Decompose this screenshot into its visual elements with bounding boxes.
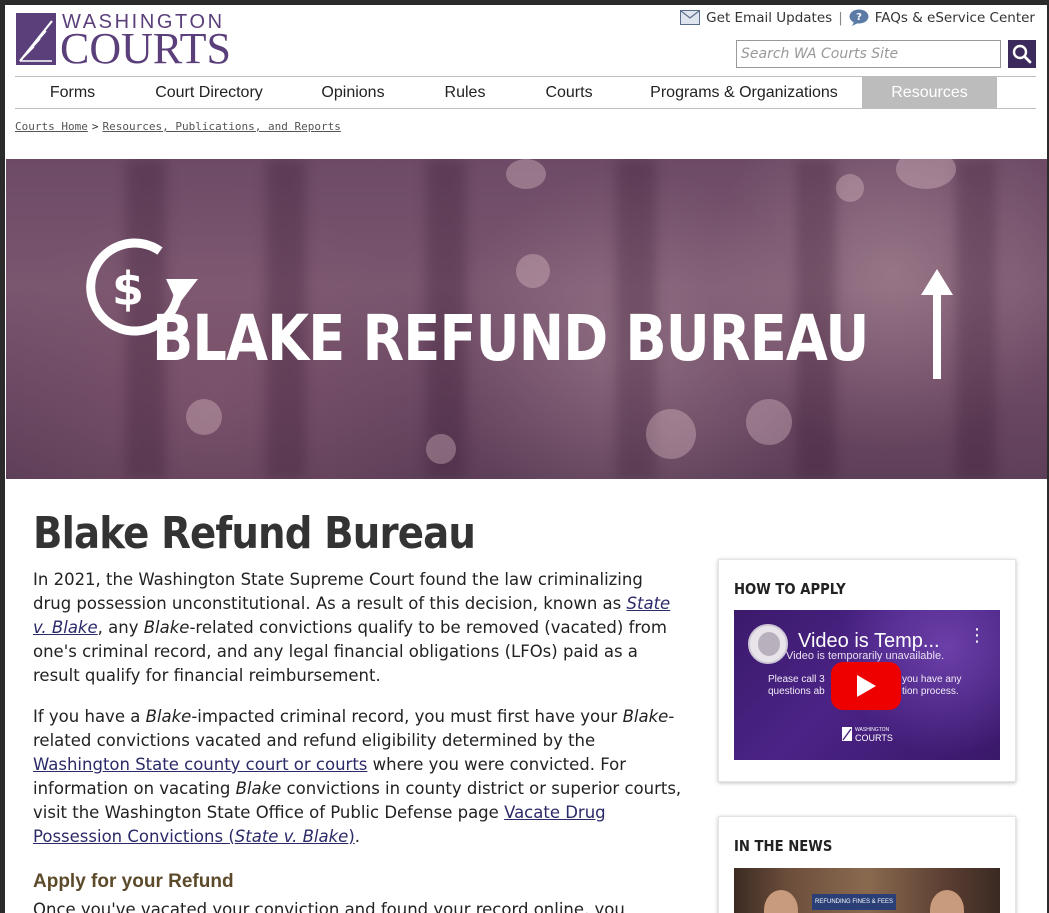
news-video-thumbnail[interactable]: REFUNDING FINES & FEES — [734, 868, 1000, 913]
text: In 2021, the Washington State Supreme Co… — [33, 570, 643, 613]
text: Blake — [143, 618, 190, 637]
utility-links: Get Email Updates | ? FAQs & eService Ce… — [680, 9, 1035, 26]
nav-item-rules[interactable]: Rules — [418, 77, 512, 108]
page: WASHINGTON COURTS Get Email Updates | ? … — [5, 5, 1047, 913]
nav-item-resources[interactable]: Resources — [862, 77, 997, 108]
faq-bubble-icon: ? — [849, 9, 869, 26]
search-input[interactable] — [736, 40, 1001, 68]
hero-banner: $ BLAKE REFUND BUREAU — [6, 159, 1047, 479]
text: If you have a — [33, 707, 146, 726]
play-icon — [857, 675, 876, 697]
news-banner: REFUNDING FINES & FEES — [812, 894, 896, 910]
how-to-apply-title: HOW TO APPLY — [734, 580, 846, 598]
vacate-paragraph: If you have a Blake-impacted criminal re… — [33, 705, 683, 849]
main-nav: Forms Court Directory Opinions Rules Cou… — [15, 76, 1036, 109]
search-icon — [1012, 44, 1032, 64]
hero-title: BLAKE REFUND BUREAU — [152, 302, 869, 375]
washington-courts-logo[interactable]: WASHINGTON COURTS — [16, 9, 231, 71]
in-the-news-card: IN THE NEWS REFUNDING FINES & FEES — [718, 816, 1016, 913]
text: -impacted criminal record, you must firs… — [191, 707, 623, 726]
courts-logo-mini-icon — [842, 727, 852, 741]
text: Blake — [145, 707, 192, 726]
svg-text:$: $ — [112, 262, 144, 316]
logo-large-text: COURTS — [855, 733, 893, 743]
nav-item-programs-organizations[interactable]: Programs & Organizations — [626, 77, 862, 108]
nav-item-opinions[interactable]: Opinions — [288, 77, 418, 108]
up-arrow-icon — [921, 269, 953, 379]
faqs-eservice-link[interactable]: FAQs & eService Center — [875, 10, 1035, 26]
link-text: State v. Blake — [234, 827, 349, 846]
text: Blake — [622, 707, 669, 726]
news-person-left — [764, 890, 798, 913]
text: , any — [97, 618, 144, 637]
how-to-apply-video[interactable]: Video is Temp... Video is temporarily un… — [734, 610, 1000, 760]
play-button[interactable] — [831, 662, 901, 710]
how-to-apply-card: HOW TO APPLY Video is Temp... Video is t… — [718, 559, 1016, 782]
apply-refund-heading: Apply for your Refund — [33, 871, 234, 892]
channel-avatar — [748, 624, 788, 664]
more-options-icon[interactable]: ⋮ — [968, 627, 986, 645]
news-person-right — [930, 890, 964, 913]
breadcrumb-courts-home-link[interactable]: Courts Home — [15, 120, 88, 133]
page-title: Blake Refund Bureau — [33, 508, 476, 559]
text: Blake — [235, 779, 282, 798]
courts-logo-mark-icon — [16, 13, 56, 65]
county-courts-link[interactable]: Washington State county court or courts — [33, 755, 367, 774]
breadcrumb: Courts Home > Resources, Publications, and… — [15, 120, 341, 133]
email-icon — [680, 10, 701, 25]
in-the-news-title: IN THE NEWS — [734, 837, 833, 855]
nav-item-courts[interactable]: Courts — [512, 77, 626, 108]
nav-item-forms[interactable]: Forms — [15, 77, 130, 108]
get-email-updates-link[interactable]: Get Email Updates — [706, 10, 832, 26]
video-overlay-text-right: you have any tion process. — [902, 674, 962, 697]
video-overlay-text-left: Please call 3 questions ab — [768, 674, 825, 697]
search-button[interactable] — [1008, 40, 1036, 68]
logo-text-bottom: COURTS — [60, 24, 231, 73]
video-logo-text: WASHINGTON COURTS — [855, 726, 893, 743]
apply-paragraph: Once you've vacated your conviction and … — [33, 900, 625, 913]
svg-text:?: ? — [856, 12, 862, 23]
text: . — [354, 827, 361, 846]
video-courts-logo: WASHINGTON COURTS — [842, 726, 893, 743]
video-unavailable-text: Video is temporarily unavailable. — [786, 650, 945, 662]
nav-item-court-directory[interactable]: Court Directory — [130, 77, 288, 108]
breadcrumb-resources-link[interactable]: Resources, Publications, and Reports — [102, 120, 340, 133]
link-separator: | — [838, 9, 843, 26]
intro-paragraph: In 2021, the Washington State Supreme Co… — [33, 568, 683, 688]
breadcrumb-separator: > — [91, 120, 99, 133]
